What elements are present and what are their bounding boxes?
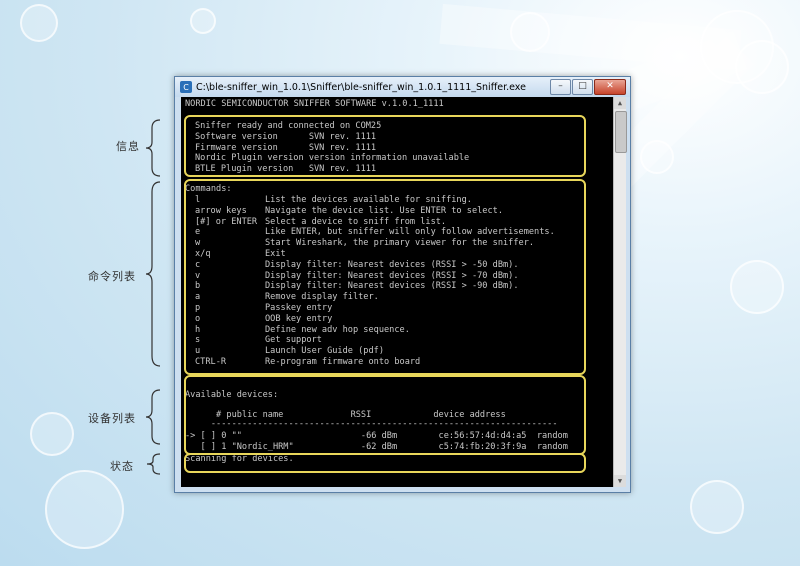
bubble-decoration xyxy=(45,470,124,549)
console-header: NORDIC SEMICONDUCTOR SNIFFER SOFTWARE v.… xyxy=(185,99,444,109)
status-annotation-label: 状态 xyxy=(110,460,134,473)
console-output[interactable]: NORDIC SEMICONDUCTOR SNIFFER SOFTWARE v.… xyxy=(181,97,613,487)
bubble-decoration xyxy=(20,4,58,42)
bubble-decoration xyxy=(730,260,784,314)
info-highlight xyxy=(184,115,586,177)
bubble-decoration xyxy=(190,8,216,34)
scroll-up-icon[interactable]: ▲ xyxy=(614,97,626,109)
scroll-down-icon[interactable]: ▼ xyxy=(614,475,626,487)
bubble-decoration xyxy=(510,12,550,52)
bubble-decoration xyxy=(30,412,74,456)
info-annotation-label: 信息 xyxy=(116,140,140,153)
commands-annotation-label: 命令列表 xyxy=(88,270,136,283)
close-button[interactable]: ✕ xyxy=(594,79,626,95)
vertical-scrollbar[interactable]: ▲ ▼ xyxy=(613,97,627,487)
console-window: C C:\ble-sniffer_win_1.0.1\Sniffer\ble-s… xyxy=(174,76,631,493)
minimize-button[interactable]: – xyxy=(550,79,571,95)
devices-annotation-label: 设备列表 xyxy=(88,412,136,425)
commands-brace xyxy=(145,181,161,367)
bubble-decoration xyxy=(640,140,674,174)
devices-brace xyxy=(145,389,161,445)
scrollbar-thumb[interactable] xyxy=(615,111,627,153)
status-highlight xyxy=(184,453,586,473)
status-brace xyxy=(146,453,161,475)
maximize-button[interactable]: □ xyxy=(572,79,593,95)
info-brace xyxy=(145,119,161,177)
bubble-decoration xyxy=(735,40,789,94)
devices-highlight xyxy=(184,375,586,455)
app-icon: C xyxy=(180,81,192,93)
window-titlebar[interactable]: C C:\ble-sniffer_win_1.0.1\Sniffer\ble-s… xyxy=(175,77,630,97)
window-title: C:\ble-sniffer_win_1.0.1\Sniffer\ble-sni… xyxy=(196,81,526,93)
commands-highlight xyxy=(184,179,586,375)
light-ray xyxy=(439,3,742,70)
bubble-decoration xyxy=(690,480,744,534)
